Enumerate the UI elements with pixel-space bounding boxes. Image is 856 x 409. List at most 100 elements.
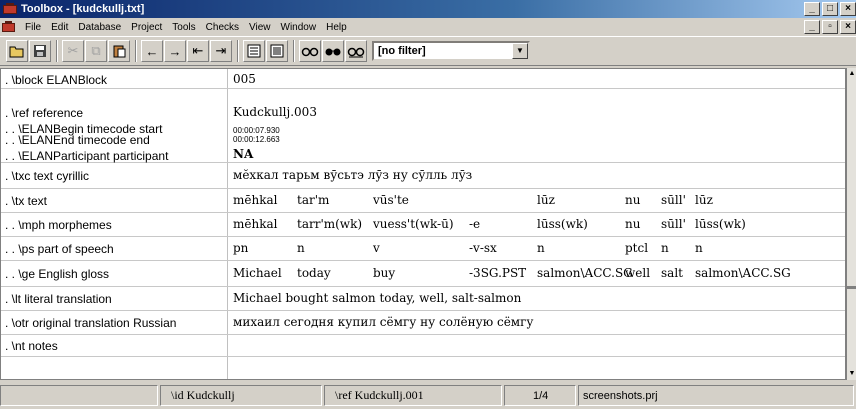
filter-select[interactable]: [no filter] ▼ [372,41,530,61]
field-row-ge[interactable]: . . \ge English gloss Michael today buy … [1,261,845,287]
toolbox-app-icon [3,2,17,16]
field-value[interactable]: Michael bought salmon today, well, salt-… [233,291,521,305]
copy-icon[interactable]: ⧉ [85,40,107,62]
word-cell[interactable]: mēhkal [233,193,277,207]
scroll-thumb[interactable] [847,286,856,289]
status-ref: \ref Kudckullj.001 [324,385,502,406]
last-record-icon[interactable]: ⇥ [210,40,232,62]
find-next-icon[interactable] [322,40,344,62]
menu-view[interactable]: View [244,21,276,34]
word-cell[interactable]: sūll' [661,193,686,207]
maximize-button[interactable]: □ [822,2,838,16]
gloss-cell[interactable]: salmon\ACC.SG [695,266,791,280]
morpheme-cell[interactable]: -e [469,217,480,231]
field-row-block[interactable]: . \block ELANBlock 005 [1,69,845,89]
pos-cell[interactable]: n [695,241,703,255]
doc-minimize-button[interactable]: _ [804,20,820,34]
vertical-scrollbar[interactable]: ▲ ▼ [846,68,856,380]
scroll-up-icon[interactable]: ▲ [847,68,856,80]
morpheme-cell[interactable]: lūss(wk) [695,217,746,231]
word-cell[interactable]: tar'm [297,193,329,207]
field-value[interactable]: 005 [233,72,256,86]
open-folder-icon[interactable] [6,40,28,62]
menu-checks[interactable]: Checks [201,21,244,34]
menu-bar: File Edit Database Project Tools Checks … [0,18,856,36]
first-record-icon[interactable]: ⇤ [187,40,209,62]
title-bar: Toolbox - [kudckullj.txt] _ □ × [0,0,856,18]
morpheme-cell[interactable]: tarr'm(wk) [297,217,362,231]
doc-restore-button[interactable]: ▫ [822,20,838,34]
menu-window[interactable]: Window [276,21,322,34]
pos-cell[interactable]: n [537,241,545,255]
save-icon[interactable] [29,40,51,62]
field-row-txc[interactable]: . \txc text cyrillic мӗхкал тарьм вӯсьтэ… [1,163,845,189]
field-value[interactable]: михаил сегодня купил сёмгу ну солёную сё… [233,315,533,329]
field-row-mph[interactable]: . . \mph morphemes mēhkal tarr'm(wk) vue… [1,213,845,237]
field-value[interactable]: мӗхкал тарьм вӯсьтэ лӯз ну сӯлль лӯз [233,168,472,182]
gloss-cell[interactable]: Michael [233,266,282,280]
pos-cell[interactable]: v [373,241,380,255]
field-row-ref[interactable]: . \ref reference Kudckullj.003 . . \ELAN… [1,89,845,163]
field-value[interactable]: NA [233,147,253,161]
toolbar: ✂ ⧉ ← → ⇤ ⇥ [no filter] ▼ [0,36,856,66]
find-icon[interactable] [299,40,321,62]
status-bar: \id Kudckullj \ref Kudckullj.001 1/4 scr… [0,382,856,409]
menu-tools[interactable]: Tools [167,21,200,34]
morpheme-cell[interactable]: mēhkal [233,217,277,231]
timecode-end[interactable]: 00:00:12.663 [233,135,280,144]
marker-label: . . \ps part of speech [5,242,114,256]
morpheme-cell[interactable]: nu [625,217,640,231]
gloss-cell[interactable]: -3SG.PST [469,266,526,280]
marker-label: . \otr original translation Russian [5,316,177,330]
menu-database[interactable]: Database [73,21,126,34]
find-previous-icon[interactable] [345,40,367,62]
pos-cell[interactable]: -v-sx [469,241,497,255]
morpheme-cell[interactable]: sūll' [661,217,686,231]
status-blank [0,385,158,406]
marker-label: . \block ELANBlock [5,73,108,87]
word-cell[interactable]: lūz [537,193,555,207]
menu-edit[interactable]: Edit [46,21,73,34]
arrow-left-icon[interactable]: ← [141,40,163,62]
scroll-down-icon[interactable]: ▼ [847,368,856,380]
word-cell[interactable]: nu [625,193,640,207]
gloss-cell[interactable]: salmon\ACC.SG [537,266,633,280]
record-view[interactable]: . \block ELANBlock 005 . \ref reference … [0,68,846,380]
pos-cell[interactable]: pn [233,241,248,255]
marker-label: . \ref reference [5,106,84,120]
doc-close-button[interactable]: × [840,20,856,34]
gloss-cell[interactable]: well [625,266,650,280]
timecode-start[interactable]: 00:00:07.930 [233,126,280,135]
pos-cell[interactable]: n [297,241,305,255]
marker-label: . . \mph morphemes [5,218,112,232]
field-row-lt[interactable]: . \lt literal translation Michael bought… [1,287,845,311]
arrow-right-icon[interactable]: → [164,40,186,62]
chevron-down-icon[interactable]: ▼ [512,43,528,59]
field-row-tx[interactable]: . \tx text mēhkal tar'm vūs'te lūz nu sū… [1,189,845,213]
field-row-nt[interactable]: . \nt notes [1,335,845,357]
morpheme-cell[interactable]: lūss(wk) [537,217,588,231]
morpheme-cell[interactable]: vuess't(wk-ū) [373,217,454,231]
close-button[interactable]: × [840,2,856,16]
field-row-ps[interactable]: . . \ps part of speech pn n v -v-sx n pt… [1,237,845,261]
gloss-cell[interactable]: salt [661,266,683,280]
document-icon[interactable] [2,21,16,33]
table-view-icon[interactable] [266,40,288,62]
pos-cell[interactable]: n [661,241,669,255]
pos-cell[interactable]: ptcl [625,241,648,255]
status-position: 1/4 [504,385,576,406]
gloss-cell[interactable]: today [297,266,331,280]
cut-icon[interactable]: ✂ [62,40,84,62]
word-cell[interactable]: lūz [695,193,713,207]
word-cell[interactable]: vūs'te [373,193,409,207]
browse-view-icon[interactable] [243,40,265,62]
field-row-otr[interactable]: . \otr original translation Russian миха… [1,311,845,335]
marker-label: . . \ge English gloss [5,267,110,281]
menu-help[interactable]: Help [321,21,352,34]
menu-project[interactable]: Project [126,21,167,34]
field-value[interactable]: Kudckullj.003 [233,105,317,119]
menu-file[interactable]: File [20,21,46,34]
gloss-cell[interactable]: buy [373,266,395,280]
paste-icon[interactable] [108,40,130,62]
minimize-button[interactable]: _ [804,2,820,16]
